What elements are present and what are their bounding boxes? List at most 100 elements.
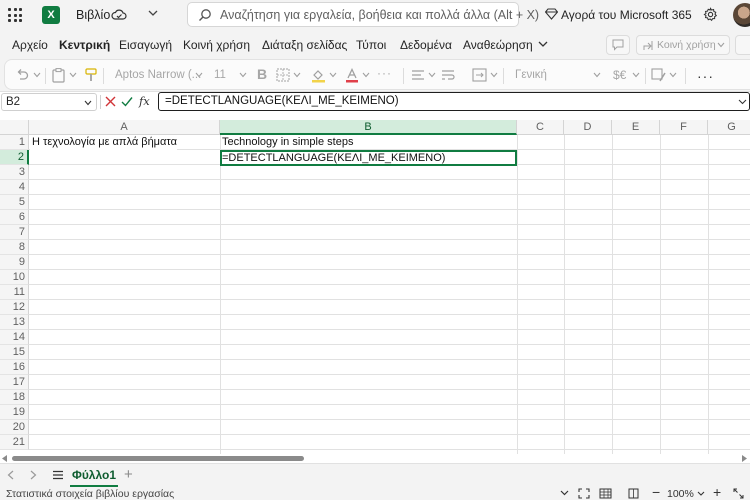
next-sheet-icon[interactable] [30, 470, 37, 480]
font-name-dropdown[interactable]: Aptos Narrow (... [111, 66, 205, 86]
chevron-down-icon[interactable] [697, 491, 705, 496]
share-button[interactable]: Κοινή χρήση [636, 35, 730, 55]
document-name[interactable]: Βιβλίο [76, 8, 110, 22]
cell-b1[interactable]: Technology in simple steps [220, 135, 353, 150]
tab-share[interactable]: Κοινή χρήση [183, 38, 250, 52]
row-header-15[interactable]: 15 [0, 345, 29, 360]
chevron-down-icon[interactable] [490, 72, 498, 78]
comments-button[interactable] [606, 35, 630, 55]
row-header-2[interactable]: 2 [0, 150, 29, 165]
undo-icon[interactable] [15, 68, 29, 82]
row-header-4[interactable]: 4 [0, 180, 29, 195]
chevron-down-icon[interactable] [669, 72, 677, 78]
row-header-5[interactable]: 5 [0, 195, 29, 210]
tab-data[interactable]: Δεδομένα [400, 38, 452, 52]
row-header-6[interactable]: 6 [0, 210, 29, 225]
zoom-level[interactable]: 100% [667, 488, 694, 500]
conditional-formatting-icon[interactable] [651, 68, 667, 82]
horizontal-scrollbar[interactable] [0, 454, 750, 463]
chevron-down-icon[interactable] [632, 72, 640, 78]
chevron-down-icon[interactable] [329, 72, 337, 78]
chevron-down-icon[interactable] [293, 72, 301, 78]
number-format-dropdown[interactable]: Γενική [511, 66, 603, 86]
all-sheets-menu-icon[interactable] [52, 470, 64, 480]
scroll-right-icon[interactable] [741, 455, 747, 462]
search-box[interactable]: Αναζήτηση για εργαλεία, βοήθεια και πολλ… [187, 2, 539, 27]
spreadsheet-grid[interactable]: A B C D E F G 1 2 3 4 5 6 7 8 9 10 11 12 13 14 15 16 17 1… [0, 120, 750, 454]
chevron-down-icon[interactable] [738, 99, 747, 105]
row-header-17[interactable]: 17 [0, 375, 29, 390]
more-font-options-button[interactable]: ··· [377, 66, 392, 80]
row-header-19[interactable]: 19 [0, 405, 29, 420]
gear-icon[interactable] [703, 7, 718, 22]
borders-icon[interactable] [276, 68, 290, 82]
row-header-14[interactable]: 14 [0, 330, 29, 345]
page-break-view-icon[interactable] [628, 488, 639, 499]
row-header-18[interactable]: 18 [0, 390, 29, 405]
row-header-12[interactable]: 12 [0, 300, 29, 315]
tab-formulas[interactable]: Τύποι [356, 38, 386, 52]
format-painter-icon[interactable] [85, 68, 97, 83]
fill-color-icon[interactable] [311, 68, 326, 83]
zoom-out-button[interactable]: − [652, 484, 660, 500]
active-cell-b2[interactable]: =DETECTLANGUAGE(ΚΕΛΙ_ΜΕ_ΚΕΙΜΕΝΟ) [220, 150, 517, 166]
avatar[interactable] [733, 3, 750, 27]
close-icon[interactable] [105, 96, 116, 107]
row-header-1[interactable]: 1 [0, 135, 29, 150]
row-header-21[interactable]: 21 [0, 435, 29, 450]
column-header-d[interactable]: D [564, 120, 612, 135]
row-header-20[interactable]: 20 [0, 420, 29, 435]
row-header-16[interactable]: 16 [0, 360, 29, 375]
more-commands-button[interactable]: ··· [697, 68, 714, 84]
cell-a1[interactable]: Η τεχνολογία με απλά βήματα [30, 135, 177, 150]
buy-microsoft-365-link[interactable]: Αγορά του Microsoft 365 [561, 8, 692, 22]
row-header-3[interactable]: 3 [0, 165, 29, 180]
row-header-11[interactable]: 11 [0, 285, 29, 300]
row-header-9[interactable]: 9 [0, 255, 29, 270]
column-header-c[interactable]: C [517, 120, 564, 135]
bold-button[interactable]: B [257, 66, 267, 82]
checkmark-icon[interactable] [121, 96, 133, 107]
scrollbar-thumb[interactable] [12, 456, 304, 461]
formula-input[interactable]: =DETECTLANGUAGE(ΚΕΛΙ_ΜΕ_ΚΕΙΜΕΝΟ) [158, 92, 750, 111]
chevron-down-icon[interactable] [362, 72, 370, 78]
previous-sheet-icon[interactable] [7, 470, 14, 480]
wrap-text-icon[interactable] [441, 68, 455, 82]
row-header-8[interactable]: 8 [0, 240, 29, 255]
fit-to-window-icon[interactable] [578, 488, 590, 499]
add-sheet-button[interactable]: + [124, 466, 133, 483]
column-header-e[interactable]: E [612, 120, 660, 135]
more-tabs-chevron-icon[interactable] [538, 40, 548, 48]
workbook-statistics-link[interactable]: Στατιστικά στοιχεία βιβλίου εργασίας [6, 488, 174, 500]
name-box[interactable]: B2 [1, 93, 97, 111]
column-header-g[interactable]: G [708, 120, 750, 135]
row-header-7[interactable]: 7 [0, 225, 29, 240]
chevron-down-icon[interactable] [69, 72, 77, 78]
expand-icon[interactable] [733, 488, 744, 499]
normal-view-icon[interactable] [599, 488, 612, 499]
app-launcher-icon[interactable] [8, 8, 22, 22]
tab-page-layout[interactable]: Διάταξη σελίδας [262, 38, 347, 52]
tab-review[interactable]: Αναθεώρηση [463, 38, 533, 52]
scroll-left-icon[interactable] [2, 455, 8, 462]
currency-format-button[interactable]: $€ [613, 68, 626, 82]
column-header-b[interactable]: B [220, 120, 517, 135]
chevron-down-icon[interactable] [148, 9, 158, 17]
chevron-down-icon[interactable] [33, 72, 41, 78]
column-header-f[interactable]: F [660, 120, 708, 135]
cloud-saved-icon[interactable] [111, 8, 127, 22]
search-input[interactable]: Αναζήτηση για εργαλεία, βοήθεια και πολλ… [220, 8, 539, 22]
merge-cells-icon[interactable] [472, 68, 487, 82]
font-color-icon[interactable] [345, 68, 359, 83]
tab-file[interactable]: Αρχείο [12, 38, 48, 52]
chevron-down-icon[interactable] [428, 72, 436, 78]
font-size-dropdown[interactable]: 11 [211, 66, 249, 86]
insert-function-button[interactable]: fx [139, 94, 150, 108]
tab-insert[interactable]: Εισαγωγή [119, 38, 172, 52]
chevron-down-icon[interactable] [560, 490, 569, 496]
sheet-tab-1[interactable]: Φύλλο1 [70, 464, 118, 488]
clipboard-icon[interactable] [52, 68, 65, 83]
column-header-a[interactable]: A [29, 120, 220, 135]
row-header-10[interactable]: 10 [0, 270, 29, 285]
row-header-13[interactable]: 13 [0, 315, 29, 330]
